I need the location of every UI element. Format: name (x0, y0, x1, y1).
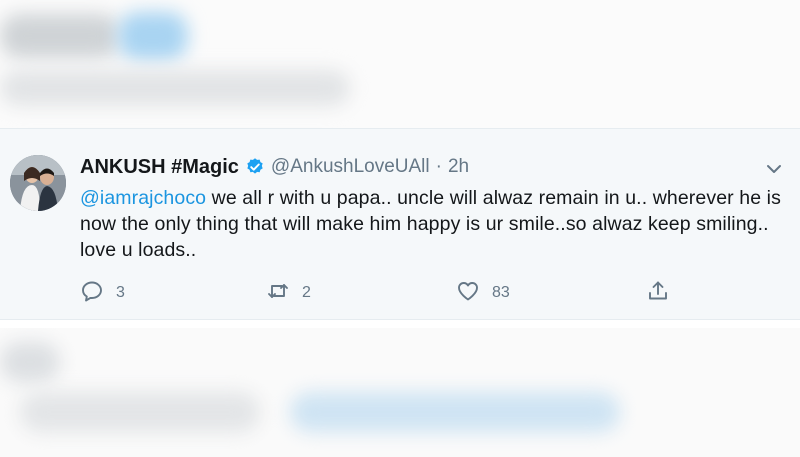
tweet-card[interactable]: ANKUSH #Magic @AnkushLoveUAll · 2h @iamr… (0, 128, 800, 320)
tweet-header: ANKUSH #Magic @AnkushLoveUAll · 2h (80, 153, 469, 181)
retweet-count: 2 (302, 284, 311, 301)
retweet-button[interactable]: 2 (266, 279, 311, 307)
reply-icon (80, 279, 104, 308)
blurred-next-tweet (0, 328, 800, 457)
verified-badge-icon (245, 157, 265, 177)
tweet-text: @iamrajchoco we all r with u papa.. uncl… (80, 185, 785, 263)
separator-dot: · (435, 156, 442, 177)
reply-count: 3 (116, 284, 125, 301)
retweet-icon (266, 279, 290, 308)
share-icon (646, 279, 670, 308)
like-button[interactable]: 83 (456, 279, 510, 307)
share-button[interactable] (646, 279, 670, 307)
avatar[interactable] (10, 155, 66, 211)
reply-button[interactable]: 3 (80, 279, 125, 307)
author-name[interactable]: ANKUSH #Magic (80, 156, 239, 179)
like-count: 83 (492, 284, 510, 301)
chevron-down-icon[interactable] (764, 159, 784, 179)
author-handle[interactable]: @AnkushLoveUAll (271, 156, 430, 178)
mention-link[interactable]: @iamrajchoco (80, 187, 206, 209)
heart-icon (456, 279, 480, 308)
blurred-previous-tweet (0, 0, 800, 128)
tweet-actions: 3 2 83 (80, 279, 680, 307)
tweet-timestamp[interactable]: 2h (448, 156, 469, 178)
